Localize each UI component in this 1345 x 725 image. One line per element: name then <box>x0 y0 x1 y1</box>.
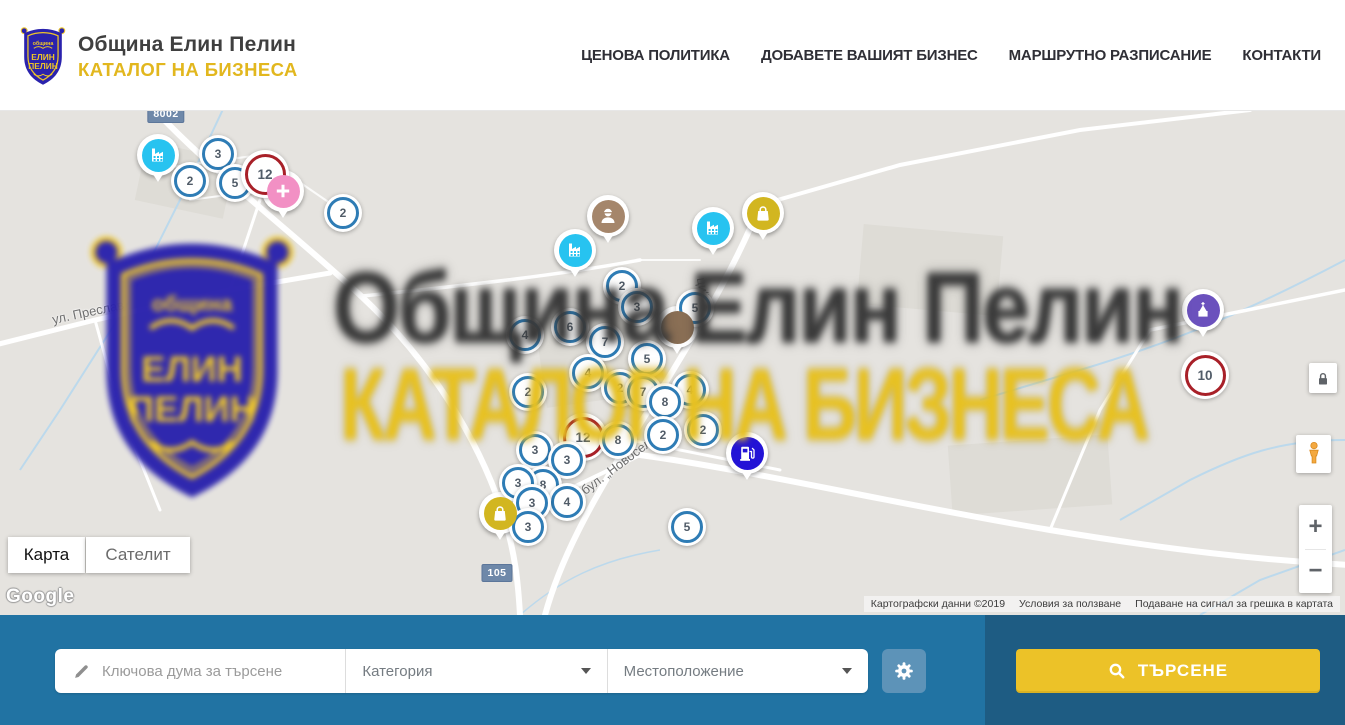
site-title: Община Елин Пелин <box>78 33 298 57</box>
map-type-control: Карта Сателит <box>8 537 190 573</box>
cluster-marker[interactable]: 2 <box>324 194 362 232</box>
search-bar: Категория Местоположение <box>0 615 1345 725</box>
pegman-control[interactable] <box>1296 435 1331 473</box>
google-logo[interactable]: Google <box>6 586 74 608</box>
site-logo[interactable]: община ЕЛИН ПЕЛИН <box>20 23 66 87</box>
cluster-count: 5 <box>671 511 703 543</box>
plus-icon <box>267 175 300 208</box>
church-icon <box>1187 294 1220 327</box>
cluster-marker[interactable]: 10 <box>1181 351 1229 399</box>
svg-text:ПЕЛИН: ПЕЛИН <box>128 388 255 429</box>
watermark-subtitle: КАТАЛОГ НА БИЗНЕСА <box>340 354 1147 456</box>
location-select[interactable]: Местоположение <box>607 649 868 693</box>
pegman-icon <box>1304 441 1324 467</box>
lock-icon <box>1315 370 1331 387</box>
factory-pin-marker[interactable] <box>137 134 179 176</box>
attribution-item-0: Картографски данни ©2019 <box>864 596 1012 612</box>
zoom-in-button[interactable]: + <box>1299 506 1332 549</box>
svg-text:ЕЛИН: ЕЛИН <box>31 52 55 62</box>
map-canvas[interactable]: община ЕЛИН ПЕЛИН Община Елин Пелин КАТА… <box>0 110 1345 615</box>
map-type-satellite-button[interactable]: Сателит <box>86 537 190 573</box>
watermark-shield-icon: община ЕЛИН ПЕЛИН <box>86 218 298 507</box>
map-lock-button[interactable] <box>1309 363 1337 393</box>
factory-icon <box>697 212 730 245</box>
chevron-down-icon <box>842 668 852 674</box>
category-select[interactable]: Категория <box>345 649 606 693</box>
cluster-count: 10 <box>1185 355 1226 396</box>
nav-item-3[interactable]: КОНТАКТИ <box>1242 47 1321 64</box>
svg-text:ПЕЛИН: ПЕЛИН <box>28 61 58 71</box>
nav-item-2[interactable]: МАРШРУТНО РАЗПИСАНИЕ <box>1009 47 1212 64</box>
cluster-marker[interactable]: 2 <box>171 162 209 200</box>
svg-text:община: община <box>33 40 55 47</box>
cluster-count: 3 <box>512 511 544 543</box>
cluster-marker[interactable]: 5 <box>668 508 706 546</box>
map-attribution: Картографски данни ©2019Условия за ползв… <box>864 596 1340 612</box>
cluster-count: 2 <box>174 165 206 197</box>
site-title-block[interactable]: Община Елин Пелин КАТАЛОГ НА БИЗНЕСА <box>78 33 298 80</box>
watermark-title: Община Елин Пелин <box>333 258 1183 358</box>
worker-pin-marker[interactable] <box>587 195 629 237</box>
search-icon <box>1108 662 1126 680</box>
attribution-item-1[interactable]: Условия за ползване <box>1012 596 1128 612</box>
cluster-count: 2 <box>327 197 359 229</box>
attribution-item-2[interactable]: Подаване на сигнал за грешка в картата <box>1128 596 1340 612</box>
main-nav: ЦЕНОВА ПОЛИТИКА ДОБАВЕТЕ ВАШИЯТ БИЗНЕС МАР… <box>581 0 1321 110</box>
site-subtitle: КАТАЛОГ НА БИЗНЕСА <box>78 59 298 80</box>
bag-pin-marker[interactable] <box>742 192 784 234</box>
factory-icon <box>142 139 175 172</box>
page: община ЕЛИН ПЕЛИН Община Елин Пелин КАТА… <box>0 0 1345 725</box>
road-number-badge: 105 <box>481 564 512 582</box>
worker-icon <box>592 200 625 233</box>
advanced-search-button[interactable] <box>882 649 926 693</box>
road-number-badge: 8002 <box>147 110 184 123</box>
keyword-input[interactable] <box>100 662 345 681</box>
pencil-icon <box>73 663 90 680</box>
map-type-map-button[interactable]: Карта <box>8 537 85 573</box>
search-submit-button[interactable]: ТЪРСЕНЕ <box>1016 649 1320 693</box>
cluster-count: 4 <box>551 486 583 518</box>
search-fields: Категория Местоположение <box>55 649 868 693</box>
church-pin-marker[interactable] <box>1182 289 1224 331</box>
zoom-control: + − <box>1299 505 1332 593</box>
cluster-marker[interactable]: 4 <box>548 483 586 521</box>
svg-text:ЕЛИН: ЕЛИН <box>141 349 242 390</box>
nav-item-1[interactable]: ДОБАВЕТЕ ВАШИЯТ БИЗНЕС <box>761 47 978 64</box>
header: община ЕЛИН ПЕЛИН Община Елин Пелин КАТА… <box>0 0 1345 111</box>
nav-item-0[interactable]: ЦЕНОВА ПОЛИТИКА <box>581 47 730 64</box>
bag-icon <box>484 497 517 530</box>
bag-icon <box>747 197 780 230</box>
gear-icon <box>893 660 915 682</box>
location-select-label: Местоположение <box>624 663 744 680</box>
search-submit-label: ТЪРСЕНЕ <box>1138 661 1228 681</box>
factory-pin-marker[interactable] <box>692 207 734 249</box>
category-select-label: Категория <box>362 663 432 680</box>
svg-text:община: община <box>152 293 233 316</box>
chevron-down-icon <box>581 668 591 674</box>
keyword-field[interactable] <box>55 649 345 693</box>
zoom-out-button[interactable]: − <box>1299 550 1332 593</box>
municipality-shield-icon: община ЕЛИН ПЕЛИН <box>20 23 66 87</box>
